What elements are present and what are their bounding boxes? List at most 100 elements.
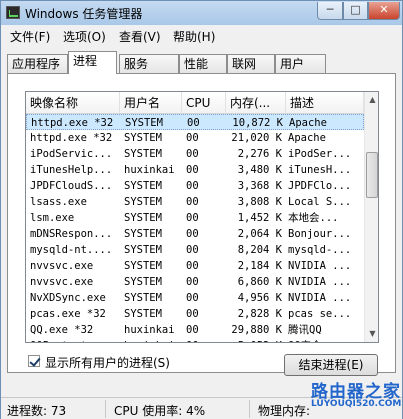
scroll-up-arrow-icon[interactable]: ▲ bbox=[365, 92, 378, 108]
table-row[interactable]: QQ.exe *32 huxinkai 00 29,880 K 腾讯QQ bbox=[26, 322, 364, 338]
process-cpu: 00 bbox=[186, 148, 199, 160]
process-cpu: 00 bbox=[186, 292, 199, 304]
process-name: iPodServic... bbox=[30, 148, 113, 160]
process-description: Apache bbox=[288, 132, 326, 144]
process-memory: 6,860 K bbox=[237, 276, 282, 288]
process-user: SYSTEM bbox=[124, 228, 162, 240]
process-description: iTunesH... bbox=[288, 164, 352, 176]
process-cpu: 00 bbox=[186, 260, 199, 272]
minimize-button[interactable]: ─ bbox=[317, 2, 343, 20]
table-row[interactable]: iTunesHelp... huxinkai 00 3,480 K iTunesH... bbox=[26, 162, 364, 178]
column-image-name[interactable]: 映像名称 bbox=[26, 92, 120, 114]
process-description: iPodSer... bbox=[288, 148, 352, 160]
scroll-down-arrow-icon[interactable]: ▼ bbox=[365, 326, 378, 342]
table-row[interactable]: lsass.exe SYSTEM 00 3,808 K Local S... bbox=[26, 194, 364, 210]
close-button[interactable]: ✕ bbox=[368, 2, 400, 20]
process-name: NvXDSync.exe bbox=[30, 292, 106, 304]
menu-file[interactable]: 文件(F) bbox=[10, 28, 50, 45]
process-memory: 8,204 K bbox=[237, 244, 282, 256]
process-memory: 2,276 K bbox=[237, 148, 282, 160]
table-row[interactable]: mysqld-nt.... SYSTEM 00 8,204 K mysqld-... bbox=[26, 242, 364, 258]
status-cpu-usage: CPU 使用率: 4% bbox=[114, 404, 206, 418]
menu-view[interactable]: 查看(V) bbox=[119, 28, 161, 45]
process-list[interactable]: 映像名称 用户名 CPU 内存(... 描述 httpd.exe *32 SYST… bbox=[25, 91, 379, 343]
table-row[interactable]: httpd.exe *32 SYSTEM 00 10,872 K Apache bbox=[26, 114, 364, 130]
process-description: QQ安全... bbox=[288, 338, 364, 342]
process-list-header: 映像名称 用户名 CPU 内存(... 描述 bbox=[26, 92, 364, 114]
process-name: pcas.exe *32 bbox=[30, 308, 106, 320]
watermark-logo: 路由器之家 LUYOUQI520.COM bbox=[311, 377, 403, 411]
process-name: nvvsvc.exe bbox=[30, 260, 94, 272]
process-user: SYSTEM bbox=[124, 276, 162, 288]
process-cpu: 00 bbox=[186, 308, 199, 320]
process-memory: 2,064 K bbox=[237, 228, 282, 240]
process-name: httpd.exe *32 bbox=[31, 117, 114, 129]
table-row[interactable]: pcas.exe *32 SYSTEM 00 2,828 K pcas se... bbox=[26, 306, 364, 322]
process-name: iTunesHelp... bbox=[30, 164, 113, 176]
status-process-count: 进程数: 73 bbox=[7, 404, 67, 418]
column-cpu[interactable]: CPU bbox=[182, 92, 226, 114]
process-name: nvvsvc.exe bbox=[30, 276, 94, 288]
process-memory: 3,368 K bbox=[237, 180, 282, 192]
tab-services[interactable]: 服务 bbox=[119, 54, 179, 74]
checkbox-checked-icon[interactable] bbox=[28, 355, 40, 367]
column-user-name[interactable]: 用户名 bbox=[120, 92, 182, 114]
process-cpu: 00 bbox=[186, 180, 199, 192]
process-memory: 21,020 K bbox=[231, 132, 282, 144]
process-memory: 3,480 K bbox=[237, 164, 282, 176]
process-description: 本地会... bbox=[288, 212, 339, 224]
process-description: NVIDIA ... bbox=[288, 260, 352, 272]
process-name: lsass.exe bbox=[30, 196, 87, 208]
tab-users[interactable]: 用户 bbox=[275, 54, 326, 74]
process-cpu: 00 bbox=[186, 324, 199, 336]
process-description: JPDFClo... bbox=[288, 180, 352, 192]
process-description: NVIDIA ... bbox=[288, 276, 352, 288]
process-name: QQ.exe *32 bbox=[30, 324, 94, 336]
vertical-scrollbar[interactable]: ▲ ▼ bbox=[364, 92, 378, 342]
process-name: QQProtect.... bbox=[30, 338, 118, 342]
table-row[interactable]: mDNSRespon... SYSTEM 00 2,064 K Bonjour... bbox=[26, 226, 364, 242]
process-user: SYSTEM bbox=[124, 292, 162, 304]
menu-help[interactable]: 帮助(H) bbox=[173, 28, 215, 45]
process-memory: 3,808 K bbox=[237, 196, 282, 208]
process-description: Local S... bbox=[288, 196, 352, 208]
tab-applications[interactable]: 应用程序 bbox=[7, 54, 68, 74]
process-cpu: 00 bbox=[186, 228, 199, 240]
process-user: SYSTEM bbox=[124, 148, 162, 160]
table-row[interactable]: NvXDSync.exe SYSTEM 00 4,956 K NVIDIA ... bbox=[26, 290, 364, 306]
process-description: NVIDIA ... bbox=[288, 292, 352, 304]
end-process-button[interactable]: 结束进程(E) bbox=[284, 354, 378, 376]
table-row[interactable]: iPodServic... SYSTEM 00 2,276 K iPodSer... bbox=[26, 146, 364, 162]
process-cpu: 00 bbox=[186, 276, 199, 288]
table-row[interactable]: QQProtect.... huxinkai 00 5,052 K QQ安全... bbox=[26, 338, 364, 342]
title-bar[interactable]: Windows 任务管理器 ─ □ ✕ bbox=[1, 1, 402, 25]
process-user: huxinkai bbox=[124, 338, 182, 342]
scrollbar-thumb[interactable] bbox=[366, 152, 378, 198]
status-divider bbox=[249, 400, 250, 418]
process-memory: 4,956 K bbox=[237, 292, 282, 304]
process-name: lsm.exe bbox=[30, 212, 75, 224]
process-name: JPDFCloudS... bbox=[30, 180, 113, 192]
tab-networking[interactable]: 联网 bbox=[227, 54, 275, 74]
process-user: SYSTEM bbox=[125, 117, 163, 129]
process-memory: 29,880 K bbox=[231, 324, 282, 336]
process-user: SYSTEM bbox=[124, 132, 162, 144]
tab-performance[interactable]: 性能 bbox=[179, 54, 227, 74]
process-cpu: 00 bbox=[186, 338, 222, 342]
table-row[interactable]: lsm.exe SYSTEM 00 1,452 K 本地会... bbox=[26, 210, 364, 226]
table-row[interactable]: nvvsvc.exe SYSTEM 00 2,184 K NVIDIA ... bbox=[26, 258, 364, 274]
table-row[interactable]: nvvsvc.exe SYSTEM 00 6,860 K NVIDIA ... bbox=[26, 274, 364, 290]
column-description[interactable]: 描述 bbox=[286, 92, 364, 114]
tab-processes[interactable]: 进程 bbox=[68, 51, 117, 74]
table-row[interactable]: httpd.exe *32 SYSTEM 00 21,020 K Apache bbox=[26, 130, 364, 146]
task-manager-icon bbox=[6, 6, 20, 19]
process-description: 腾讯QQ bbox=[288, 324, 322, 336]
column-memory[interactable]: 内存(... bbox=[226, 92, 286, 114]
menu-options[interactable]: 选项(O) bbox=[63, 28, 106, 45]
table-row[interactable]: JPDFCloudS... SYSTEM 00 3,368 K JPDFClo... bbox=[26, 178, 364, 194]
status-physical-memory: 物理内存: bbox=[258, 404, 311, 418]
process-description: mysqld-... bbox=[288, 244, 352, 256]
process-cpu: 00 bbox=[186, 244, 199, 256]
maximize-button[interactable]: □ bbox=[343, 2, 368, 20]
process-cpu: 00 bbox=[186, 196, 199, 208]
